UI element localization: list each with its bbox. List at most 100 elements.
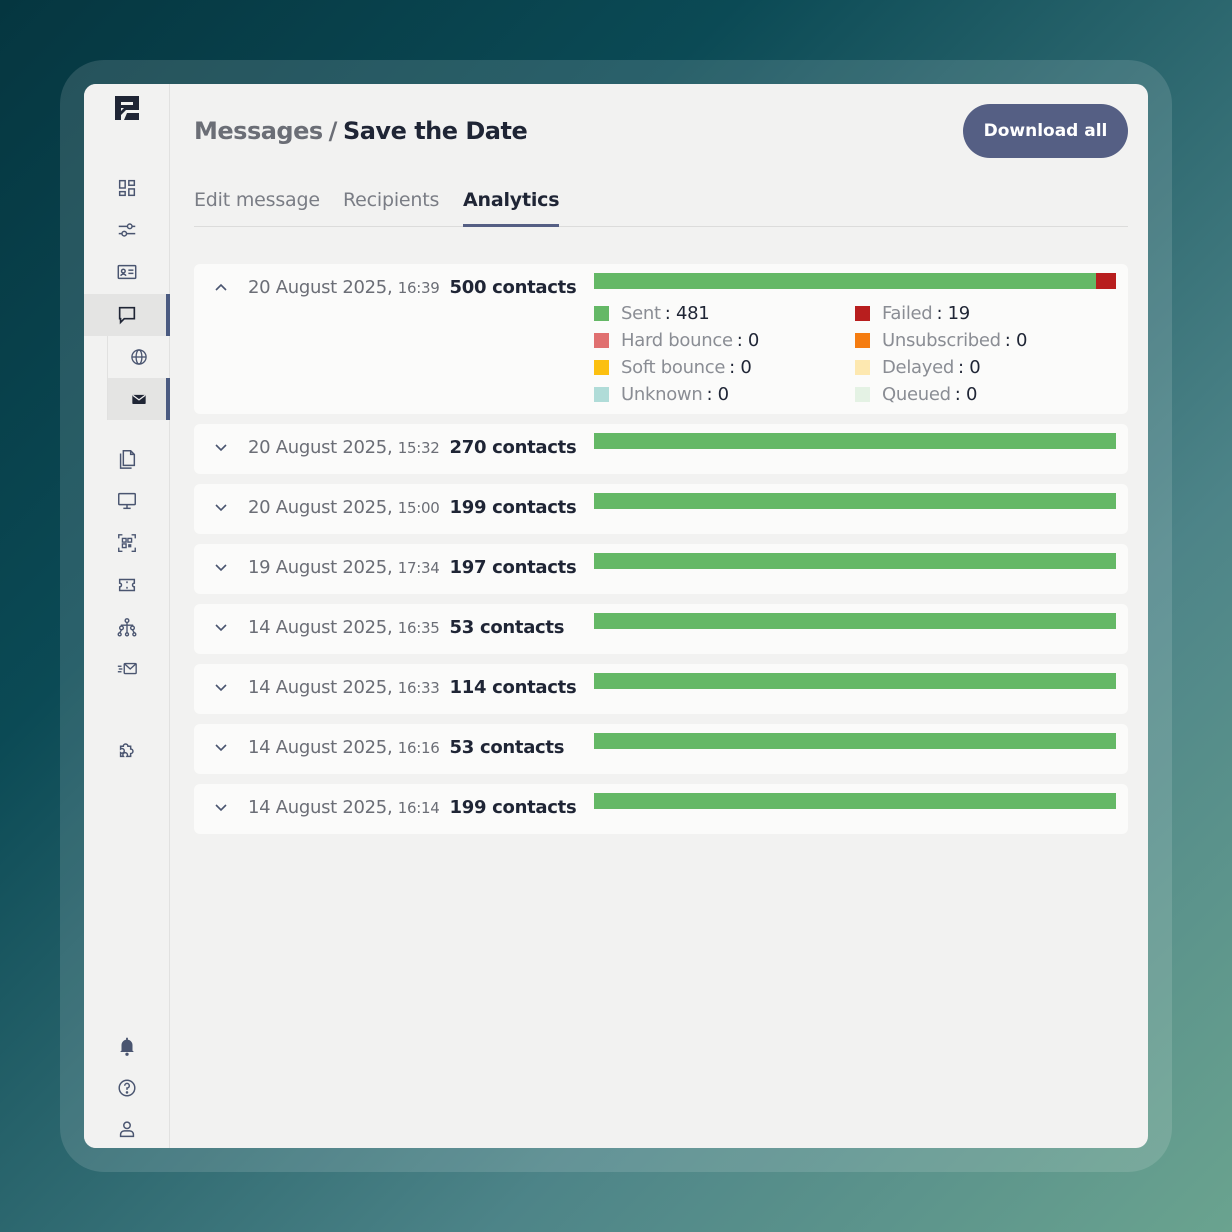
legend-value: : 0 (1004, 329, 1028, 351)
bell-icon (119, 1037, 134, 1056)
send-run-row[interactable]: 14 August 2025, 16:14 199 contacts (194, 784, 1128, 834)
legend-label: Delayed (882, 356, 955, 378)
run-date: 19 August 2025, (248, 557, 393, 578)
delivery-progress-bar (594, 433, 1116, 449)
bar-segment-sent (594, 493, 1116, 509)
tab-bar: Edit message Recipients Analytics (194, 188, 1128, 227)
legend-swatch (594, 359, 609, 375)
nav-displays[interactable] (84, 480, 169, 522)
bar-segment-sent (594, 613, 1116, 629)
send-run-row[interactable]: 19 August 2025, 17:34 197 contacts (194, 544, 1128, 594)
nav-qr-codes[interactable] (84, 522, 169, 564)
send-run-row[interactable]: 14 August 2025, 16:35 53 contacts (194, 604, 1128, 654)
bar-segment-sent (594, 733, 1116, 749)
nav-messages[interactable] (84, 294, 170, 336)
run-header: 20 August 2025, 15:32 270 contacts (248, 437, 577, 458)
delivery-progress-bar (594, 613, 1116, 629)
legend-swatch (855, 386, 870, 402)
run-time: 16:33 (397, 679, 440, 697)
delivery-progress-bar (594, 733, 1116, 749)
chevron-down-icon[interactable] (214, 560, 228, 574)
ticket-icon (118, 578, 135, 592)
legend-swatch (594, 305, 609, 321)
nav-documents[interactable] (84, 438, 169, 480)
run-time: 15:00 (397, 499, 440, 517)
legend-value: : 0 (954, 383, 978, 405)
run-time: 15:32 (397, 439, 440, 457)
send-run-row[interactable]: 14 August 2025, 16:33 114 contacts (194, 664, 1128, 714)
run-time: 16:35 (397, 619, 440, 637)
chevron-down-icon[interactable] (214, 740, 228, 754)
tab-recipients[interactable]: Recipients (343, 188, 439, 227)
nav-settings[interactable] (84, 209, 169, 251)
bar-segment-failed (1096, 273, 1116, 289)
legend-label: Soft bounce (621, 356, 726, 378)
legend-value: : 0 (729, 356, 752, 378)
user-icon (119, 1121, 134, 1138)
run-date: 14 August 2025, (248, 677, 393, 698)
run-header: 20 August 2025, 16:39 500 contacts (248, 277, 577, 298)
run-header: 14 August 2025, 16:16 53 contacts (248, 737, 564, 758)
legend-swatch (855, 359, 870, 375)
legend-swatch (855, 332, 870, 348)
legend-item: Failed: 19 (855, 302, 1116, 324)
run-header: 14 August 2025, 16:14 199 contacts (248, 797, 577, 818)
legend-item: Unsubscribed: 0 (855, 329, 1116, 351)
send-runs-list: 20 August 2025, 16:39 500 contacts Sent: 4… (194, 264, 1128, 844)
send-run-row[interactable]: 20 August 2025, 15:32 270 contacts (194, 424, 1128, 474)
run-date: 14 August 2025, (248, 617, 393, 638)
run-header: 14 August 2025, 16:35 53 contacts (248, 617, 564, 638)
delivery-progress-bar (594, 273, 1116, 289)
send-run-row[interactable]: 20 August 2025, 15:00 199 contacts (194, 484, 1128, 534)
chevron-up-icon[interactable] (214, 280, 228, 294)
nav-campaigns[interactable] (84, 648, 169, 690)
nav-dashboard[interactable] (84, 167, 169, 209)
contact-card-icon (117, 264, 136, 280)
breadcrumb: Messages / Save the Date (194, 117, 528, 145)
legend-item: Sent: 481 (594, 302, 855, 324)
nav-web-messages[interactable] (107, 336, 169, 378)
breadcrumb-parent-link[interactable]: Messages (194, 117, 323, 145)
download-all-button[interactable]: Download all (963, 104, 1128, 158)
tab-analytics[interactable]: Analytics (463, 188, 560, 227)
help-icon (117, 1079, 136, 1097)
fast-mail-icon (117, 662, 137, 675)
send-run-row[interactable]: 20 August 2025, 16:39 500 contacts Sent: 4… (194, 264, 1128, 414)
delivery-progress-bar (594, 793, 1116, 809)
nav-tickets[interactable] (84, 564, 169, 606)
run-time: 16:14 (397, 799, 440, 817)
legend-value: : 0 (958, 356, 981, 378)
nav-organization[interactable] (84, 606, 169, 648)
nav-help[interactable] (84, 1067, 169, 1109)
tab-edit-message[interactable]: Edit message (194, 188, 320, 227)
chevron-down-icon[interactable] (214, 620, 228, 634)
run-contacts-count: 197 contacts (449, 557, 577, 578)
nav-notifications[interactable] (84, 1025, 169, 1067)
send-run-row[interactable]: 14 August 2025, 16:16 53 contacts (194, 724, 1128, 774)
legend-value: : 0 (706, 383, 729, 405)
legend-value: : 481 (664, 302, 710, 324)
nav-integrations[interactable] (84, 728, 169, 770)
puzzle-icon (119, 743, 134, 758)
chevron-down-icon[interactable] (214, 500, 228, 514)
run-contacts-count: 53 contacts (449, 617, 565, 638)
legend-item: Soft bounce: 0 (594, 356, 855, 378)
nav-contacts[interactable] (84, 251, 169, 293)
run-contacts-count: 199 contacts (449, 497, 577, 518)
delivery-progress-bar (594, 553, 1116, 569)
run-contacts-count: 270 contacts (449, 437, 577, 458)
run-contacts-count: 199 contacts (449, 797, 577, 818)
legend-value: : 19 (936, 302, 970, 324)
breadcrumb-separator: / (328, 117, 338, 145)
globe-icon (130, 349, 147, 365)
nav-profile[interactable] (84, 1108, 169, 1148)
chevron-down-icon[interactable] (214, 440, 228, 454)
run-date: 20 August 2025, (248, 437, 393, 458)
nav-email-messages[interactable] (107, 378, 170, 420)
sliders-icon (118, 223, 135, 237)
bar-segment-sent (594, 793, 1116, 809)
page-title: Save the Date (342, 117, 528, 145)
chevron-down-icon[interactable] (214, 800, 228, 814)
chevron-down-icon[interactable] (214, 680, 228, 694)
run-date: 14 August 2025, (248, 737, 393, 758)
